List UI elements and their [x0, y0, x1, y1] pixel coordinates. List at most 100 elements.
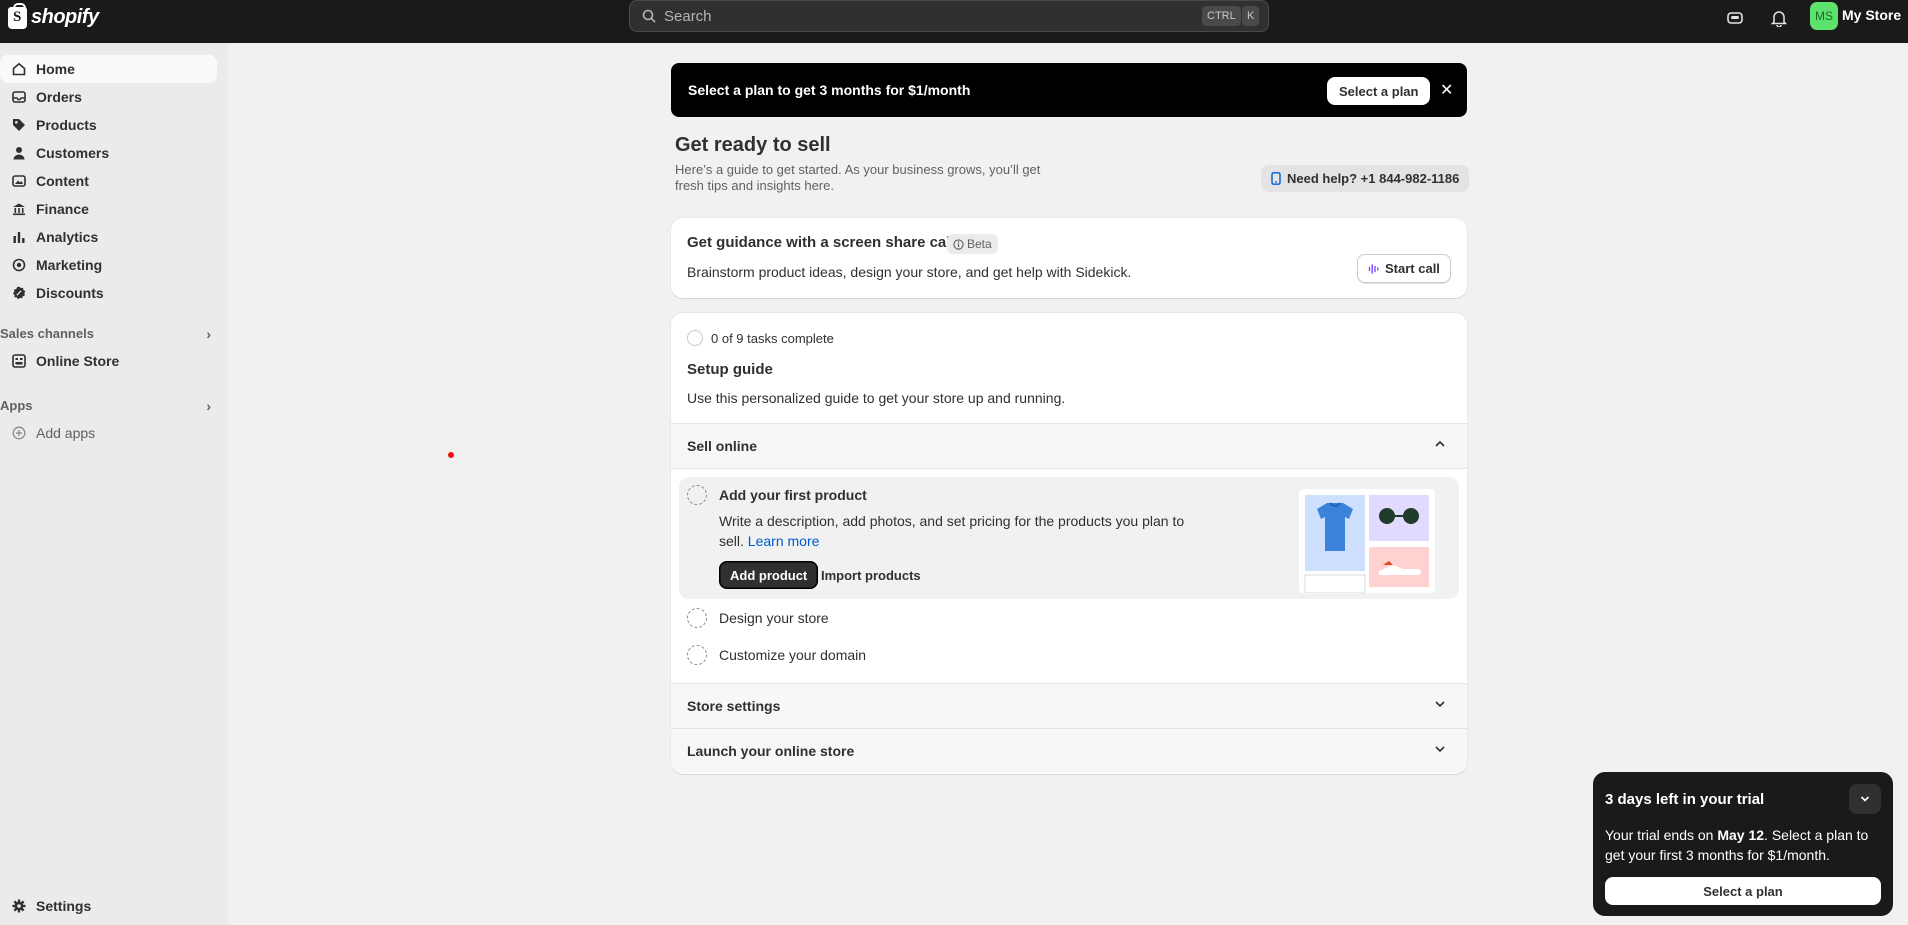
sidebar-item-settings[interactable]: Settings [0, 892, 217, 920]
select-plan-button[interactable]: Select a plan [1327, 77, 1431, 105]
trial-body: Your trial ends on May 12. Select a plan… [1605, 825, 1881, 865]
sales-channels-section[interactable]: Sales channels › [0, 326, 217, 342]
help-phone-button[interactable]: Need help? +1 844-982-1186 [1261, 165, 1470, 192]
section-sell-online[interactable]: Sell online [671, 423, 1467, 468]
tasks-progress: 0 of 9 tasks complete [687, 330, 834, 346]
beta-badge: Beta [947, 234, 998, 254]
phone-icon [1271, 172, 1281, 185]
page-subtitle: Here’s a guide to get started. As your b… [675, 162, 1041, 193]
section-label: Sell online [687, 438, 758, 454]
sidebar-item-online-store[interactable]: Online Store [0, 347, 217, 375]
start-call-label: Start call [1385, 261, 1440, 276]
close-icon[interactable]: ✕ [1440, 80, 1453, 100]
progress-ring-icon [687, 330, 703, 346]
trial-select-plan-button[interactable]: Select a plan [1605, 877, 1881, 905]
sidekick-icon[interactable] [1722, 5, 1748, 31]
search-input[interactable]: Search CTRL K [629, 0, 1269, 32]
sidebar-item-label: Content [36, 173, 89, 189]
sell-online-tasks: Add your first product Write a descripti… [671, 468, 1467, 683]
section-label: Store settings [687, 698, 781, 714]
collapse-button[interactable] [1849, 784, 1881, 814]
screen-share-card: Get guidance with a screen share call Be… [671, 218, 1467, 298]
home-icon [12, 62, 26, 76]
sidebar-item-content[interactable]: Content [0, 167, 217, 195]
audio-wave-icon [1368, 263, 1379, 274]
sidebar-item-label: Customers [36, 145, 110, 161]
kbd-k: K [1242, 6, 1260, 26]
setup-guide-card: 0 of 9 tasks complete Setup guide Use th… [671, 313, 1467, 774]
apps-label: Apps [0, 398, 33, 413]
sidebar-item-label: Products [36, 117, 97, 133]
kbd-ctrl: CTRL [1202, 6, 1241, 26]
sidebar-item-label: Marketing [36, 257, 103, 273]
sidebar-item-label: Discounts [36, 285, 104, 301]
sidebar-item-marketing[interactable]: Marketing [0, 251, 217, 279]
plus-circle-icon [12, 426, 26, 440]
progress-label: 0 of 9 tasks complete [711, 330, 834, 346]
import-products-button[interactable]: Import products [813, 561, 929, 589]
task-design-store[interactable]: Design your store [719, 610, 829, 626]
bank-icon [12, 202, 26, 216]
info-icon [953, 238, 964, 250]
task-add-first-product[interactable]: Add your first product Write a descripti… [679, 477, 1459, 599]
sidebar-item-home[interactable]: Home [0, 55, 217, 83]
discount-icon [12, 286, 26, 300]
task-status-icon[interactable] [687, 645, 707, 665]
task-customize-domain[interactable]: Customize your domain [719, 647, 866, 663]
product-illustration [1299, 489, 1435, 593]
task-title: Add your first product [719, 487, 867, 503]
bell-icon[interactable] [1766, 5, 1792, 31]
orders-icon [12, 90, 26, 104]
task-status-icon[interactable] [687, 608, 707, 628]
sidebar-item-label: Finance [36, 201, 89, 217]
section-label: Launch your online store [687, 743, 855, 759]
sidebar-item-label: Home [36, 61, 75, 77]
chevron-right-icon: › [206, 326, 211, 342]
trial-end-date: May 12 [1717, 827, 1765, 843]
sidebar-item-label: Add apps [36, 425, 96, 441]
avatar[interactable]: MS [1810, 2, 1838, 30]
content-icon [12, 174, 26, 188]
sales-channels-label: Sales channels [0, 326, 94, 341]
cursor-marker [448, 452, 454, 458]
sidebar-item-label: Analytics [36, 229, 99, 245]
chevron-down-icon [1435, 701, 1445, 708]
sidebar-item-orders[interactable]: Orders [0, 83, 217, 111]
sidebar-item-add-apps[interactable]: Add apps [0, 419, 217, 447]
screen-share-description: Brainstorm product ideas, design your st… [687, 264, 1132, 280]
sidebar: Home Orders Products Customers Content F… [0, 43, 228, 925]
task-status-icon[interactable] [687, 485, 707, 505]
plan-banner: Select a plan to get 3 months for $1/mon… [671, 63, 1467, 117]
sidebar-item-customers[interactable]: Customers [0, 139, 217, 167]
sidebar-item-finance[interactable]: Finance [0, 195, 217, 223]
sidebar-item-label: Orders [36, 89, 82, 105]
shopify-bag-icon: S [8, 2, 27, 29]
banner-text: Select a plan to get 3 months for $1/mon… [688, 82, 971, 98]
sidebar-item-discounts[interactable]: Discounts [0, 279, 217, 307]
task-description: Write a description, add photos, and set… [719, 511, 1199, 551]
start-call-button[interactable]: Start call [1357, 254, 1451, 283]
section-store-settings[interactable]: Store settings [671, 683, 1467, 728]
trial-popup: 3 days left in your trial Your trial end… [1593, 772, 1893, 916]
bar-chart-icon [12, 230, 26, 244]
chevron-right-icon: › [206, 398, 211, 414]
shopify-logo[interactable]: S shopify [8, 2, 99, 29]
sidebar-item-label: Settings [36, 898, 92, 914]
search-icon [642, 9, 656, 23]
add-product-button[interactable]: Add product [719, 561, 819, 589]
logo-text: shopify [31, 6, 99, 28]
screen-share-title: Get guidance with a screen share call [687, 234, 955, 251]
sidebar-item-products[interactable]: Products [0, 111, 217, 139]
page-title: Get ready to sell [675, 134, 831, 156]
chevron-down-icon [1860, 796, 1870, 802]
target-icon [12, 258, 26, 272]
section-launch-store[interactable]: Launch your online store [671, 728, 1467, 773]
gear-icon [12, 899, 26, 913]
chevron-down-icon [1435, 746, 1445, 753]
apps-section[interactable]: Apps › [0, 398, 217, 414]
store-name[interactable]: My Store [1842, 7, 1901, 23]
tag-icon [12, 118, 26, 132]
learn-more-link[interactable]: Learn more [748, 533, 820, 549]
search-placeholder: Search [664, 7, 712, 25]
sidebar-item-analytics[interactable]: Analytics [0, 223, 217, 251]
